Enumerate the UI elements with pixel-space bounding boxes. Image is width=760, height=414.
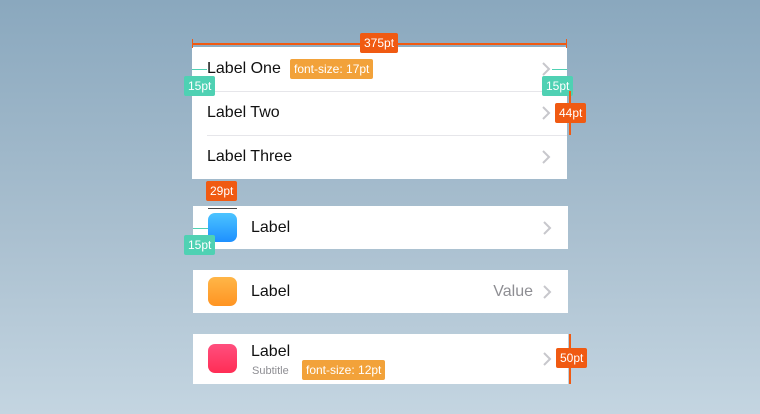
chevron-right-icon bbox=[541, 284, 553, 300]
width-annotation-badge: 375pt bbox=[360, 33, 399, 53]
chevron-right-icon bbox=[540, 61, 552, 77]
icon-size-measure-line bbox=[208, 208, 237, 209]
row-label: Label bbox=[251, 283, 291, 300]
width-measure-tick bbox=[192, 39, 193, 48]
chevron-right-icon bbox=[540, 105, 552, 121]
chevron-right-icon bbox=[540, 149, 552, 165]
icon-inset-measure-line bbox=[193, 228, 208, 229]
icon-inset-annotation-badge: 15pt bbox=[184, 235, 216, 255]
chevron-right-icon bbox=[541, 220, 553, 236]
row-label: Label Two bbox=[207, 104, 280, 121]
row-subtitle: Subtitle bbox=[252, 365, 289, 377]
row-label: Label Three bbox=[207, 148, 293, 165]
inset-measure-line bbox=[192, 69, 207, 70]
table-cell-icon[interactable]: Label bbox=[193, 206, 568, 249]
table-row[interactable]: Label Two bbox=[192, 91, 567, 135]
table-row[interactable]: Label Three bbox=[192, 135, 567, 179]
inset-left-annotation-badge: 15pt bbox=[184, 76, 216, 96]
app-icon bbox=[208, 277, 237, 306]
table-group-basic: Label One Label Two Label Three bbox=[192, 47, 567, 179]
font-size-annotation-badge: font-size: 17pt bbox=[290, 59, 374, 79]
width-measure-tick bbox=[566, 39, 567, 48]
row-height-annotation-badge: 44pt bbox=[555, 103, 587, 123]
chevron-right-icon bbox=[541, 351, 553, 367]
icon-size-annotation-badge: 29pt bbox=[206, 181, 238, 201]
subtitle-font-size-annotation-badge: font-size: 12pt bbox=[302, 360, 386, 380]
table-row[interactable]: Label One bbox=[192, 47, 567, 91]
detail-value: Value bbox=[493, 283, 533, 300]
row-label: Label bbox=[251, 219, 291, 236]
subtitle-row-height-annotation-badge: 50pt bbox=[556, 348, 588, 368]
table-cell-value[interactable]: Label Value bbox=[193, 270, 568, 313]
row-label: Label bbox=[251, 343, 291, 360]
app-icon bbox=[208, 344, 237, 373]
inset-measure-line bbox=[552, 69, 567, 70]
row-label: Label One bbox=[207, 60, 281, 77]
